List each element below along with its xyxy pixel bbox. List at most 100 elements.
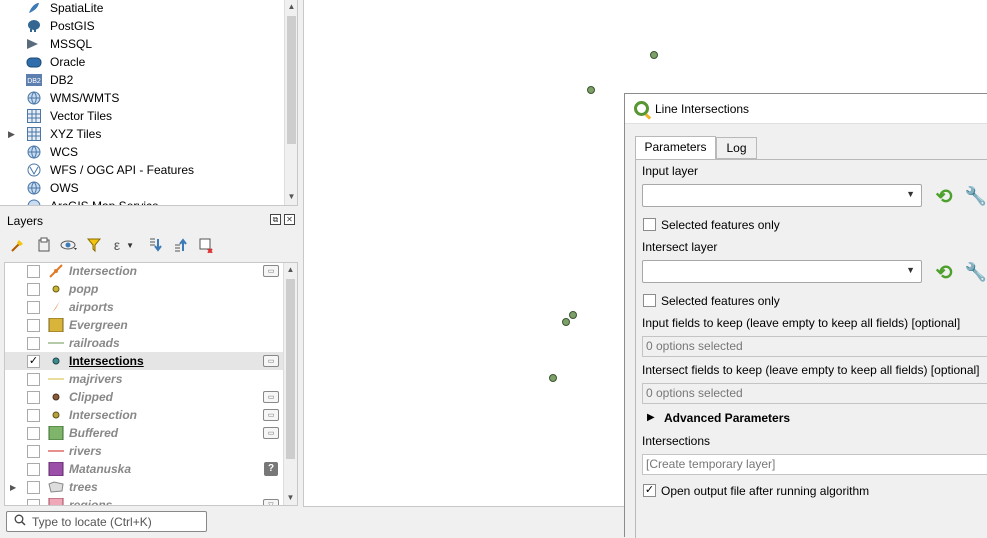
scroll-thumb[interactable] (286, 279, 295, 459)
tab-log[interactable]: Log (716, 137, 757, 159)
layer-symbol-icon (48, 498, 64, 505)
layer-row[interactable]: rivers (5, 442, 283, 460)
layer-name: trees (69, 480, 98, 494)
layer-name: regions (69, 498, 113, 506)
iterate-icon[interactable]: ⟲ (932, 261, 956, 284)
browser-item[interactable]: ▶ XYZ Tiles (0, 125, 284, 143)
layer-row[interactable]: Buffered ▭ (5, 424, 283, 442)
layer-row[interactable]: Clipped ▭ (5, 388, 283, 406)
browser-item[interactable]: Vector Tiles (0, 107, 284, 125)
float-panel-icon[interactable]: ⧉ (270, 214, 281, 225)
layer-row[interactable]: majrivers (5, 370, 283, 388)
temporary-layer-indicator-icon[interactable]: ▭ (263, 355, 279, 367)
layer-row[interactable]: airports (5, 298, 283, 316)
browser-item[interactable]: OWS (0, 179, 284, 197)
layer-visibility-checkbox[interactable] (27, 444, 40, 458)
layer-name: airports (69, 300, 114, 314)
layer-visibility-checkbox[interactable] (27, 390, 40, 404)
open-output-checkbox[interactable]: ✓ (643, 484, 656, 497)
arcgis-icon (26, 198, 42, 205)
browser-item[interactable]: Oracle (0, 53, 284, 71)
layer-visibility-checkbox[interactable] (27, 336, 40, 350)
browser-item[interactable]: MSSQL (0, 35, 284, 53)
selected-only-checkbox-2[interactable] (643, 294, 656, 307)
layer-row[interactable]: Intersection ▭ (5, 406, 283, 424)
layer-visibility-checkbox[interactable] (27, 408, 40, 422)
map-point (549, 374, 557, 382)
filter-icon[interactable] (85, 236, 103, 254)
map-point (562, 318, 570, 326)
scroll-up-arrow-icon[interactable]: ▲ (285, 0, 297, 14)
expression-filter-icon[interactable]: ε ▼ (110, 236, 138, 254)
layer-visibility-checkbox[interactable]: ✓ (27, 354, 40, 368)
layer-row[interactable]: popp (5, 280, 283, 298)
add-group-icon[interactable] (35, 236, 53, 254)
layer-visibility-checkbox[interactable] (27, 498, 40, 505)
browser-item[interactable]: WMS/WMTS (0, 89, 284, 107)
layer-visibility-checkbox[interactable] (27, 480, 40, 494)
locator-search-input[interactable]: Type to locate (Ctrl+K) (6, 511, 207, 532)
scroll-up-arrow-icon[interactable]: ▲ (284, 263, 297, 277)
browser-item-label: Oracle (50, 55, 86, 69)
layers-scrollbar[interactable]: ▲ ▼ (283, 263, 297, 505)
browser-item[interactable]: PostGIS (0, 17, 284, 35)
style-manager-icon[interactable] (9, 236, 27, 254)
intersect-layer-combo[interactable]: ▼ (642, 260, 922, 283)
browser-item[interactable]: WFS / OGC API - Features (0, 161, 284, 179)
help-icon[interactable]: ? (264, 462, 278, 476)
input-fields-selector[interactable]: 0 options selected (642, 336, 987, 357)
scroll-thumb[interactable] (287, 16, 296, 144)
db2-icon: DB2 (26, 72, 42, 88)
filter-indicator-icon[interactable]: ▽ (263, 499, 279, 505)
scroll-down-arrow-icon[interactable]: ▼ (284, 491, 297, 505)
browser-scrollbar[interactable]: ▲ ▼ (284, 0, 297, 205)
layer-row[interactable]: railroads (5, 334, 283, 352)
collapse-all-icon[interactable] (172, 236, 190, 254)
layer-row[interactable]: regions ▽ (5, 496, 283, 506)
temporary-layer-indicator-icon[interactable]: ▭ (263, 391, 279, 403)
tab-parameters[interactable]: Parameters (635, 136, 716, 160)
layer-row[interactable]: ▶ trees (5, 478, 283, 496)
temporary-layer-indicator-icon[interactable]: ▭ (263, 427, 279, 439)
wrench-icon[interactable]: 🔧 (964, 261, 987, 283)
remove-layer-icon[interactable] (197, 236, 215, 254)
layer-visibility-checkbox[interactable] (27, 264, 40, 278)
advanced-parameters-toggle[interactable]: Advanced Parameters (664, 411, 790, 425)
scroll-down-arrow-icon[interactable]: ▼ (285, 190, 297, 204)
temporary-layer-indicator-icon[interactable]: ▭ (263, 409, 279, 421)
layers-panel-title: Layers (7, 214, 44, 228)
input-layer-combo[interactable]: ▼ (642, 184, 922, 207)
intersect-fields-selector[interactable]: 0 options selected (642, 383, 987, 404)
layer-visibility-checkbox[interactable] (27, 372, 40, 386)
output-layer-field[interactable]: [Create temporary layer] (642, 454, 987, 475)
layer-name: popp (69, 282, 99, 296)
browser-item[interactable]: SpatiaLite (0, 0, 284, 17)
layer-visibility-checkbox[interactable] (27, 300, 40, 314)
layer-visibility-checkbox[interactable] (27, 318, 40, 332)
dialog-title: Line Intersections (655, 102, 750, 116)
selected-only-label-2: Selected features only (661, 294, 780, 308)
layer-row[interactable]: Matanuska? (5, 460, 283, 478)
iterate-icon[interactable]: ⟲ (932, 185, 956, 208)
wrench-icon[interactable]: 🔧 (964, 185, 987, 207)
map-point (650, 51, 658, 59)
visibility-icon[interactable] (60, 236, 78, 254)
browser-item[interactable]: ArcGIS Map Service (0, 197, 284, 205)
grid-icon (26, 108, 42, 124)
browser-item[interactable]: DB2 DB2 (0, 71, 284, 89)
temporary-layer-indicator-icon[interactable]: ▭ (263, 265, 279, 277)
expand-triangle-icon[interactable]: ▶ (647, 412, 655, 423)
close-panel-icon[interactable]: ✕ (284, 214, 295, 225)
expand-arrow-icon[interactable]: ▶ (8, 129, 18, 140)
layer-visibility-checkbox[interactable] (27, 462, 40, 476)
expand-arrow-icon[interactable]: ▶ (10, 483, 16, 492)
layer-visibility-checkbox[interactable] (27, 282, 40, 296)
layer-visibility-checkbox[interactable] (27, 426, 40, 440)
layer-row[interactable]: Intersection ▭ (5, 263, 283, 280)
browser-item[interactable]: WCS (0, 143, 284, 161)
layer-name: majrivers (69, 372, 123, 386)
selected-only-checkbox-1[interactable] (643, 218, 656, 231)
expand-all-icon[interactable] (147, 236, 165, 254)
layer-row[interactable]: Evergreen (5, 316, 283, 334)
layer-row[interactable]: ✓ Intersections ▭ (5, 352, 283, 370)
